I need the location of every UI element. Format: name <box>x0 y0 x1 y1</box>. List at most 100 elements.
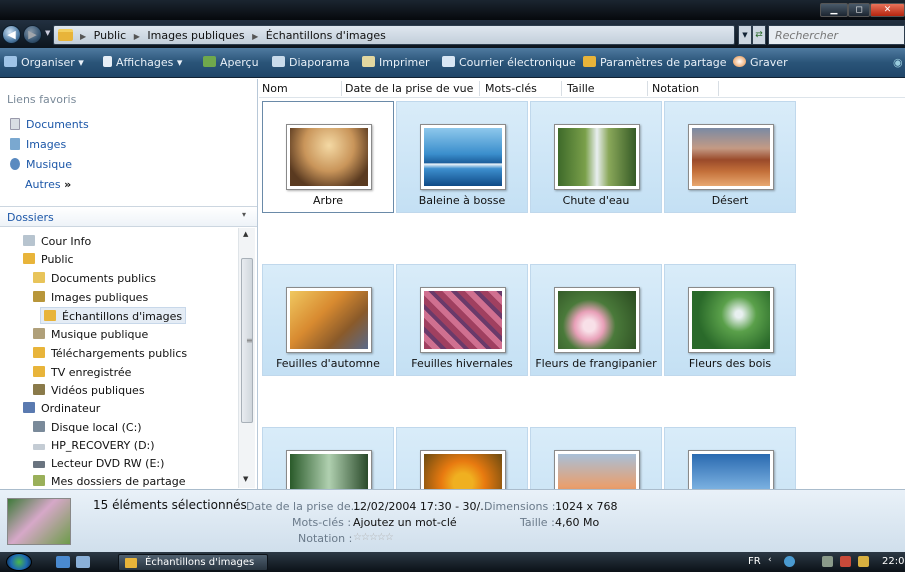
keywords-input[interactable]: Ajoutez un mot-clé <box>353 516 457 529</box>
views-button[interactable]: Affichages ▾ <box>103 56 182 69</box>
breadcrumb-echantillons[interactable]: Échantillons d'images <box>266 29 386 42</box>
tree-item-echantillons-images[interactable]: Échantillons d'images <box>40 307 187 324</box>
slideshow-button[interactable]: Diaporama <box>272 56 350 69</box>
dimensions-value: 1024 x 768 <box>555 500 618 513</box>
file-name: Baleine à bosse <box>418 194 506 207</box>
breadcrumb-public[interactable]: Public <box>94 29 127 42</box>
column-size[interactable]: Taille <box>567 82 595 95</box>
tree-item-ordinateur[interactable]: Ordinateur <box>23 400 100 417</box>
favorite-images[interactable]: Images <box>10 138 66 151</box>
scrollbar-thumb[interactable]: ≡ <box>241 258 253 423</box>
column-divider[interactable] <box>341 81 342 96</box>
column-name[interactable]: Nom <box>262 82 288 95</box>
file-tile-orange-flowers[interactable] <box>396 427 528 489</box>
sharing-settings-button[interactable]: Paramètres de partage <box>583 56 727 69</box>
star-icon[interactable]: ☆ <box>353 532 362 543</box>
file-tile-fleurs-bois[interactable]: Fleurs des bois <box>664 264 796 376</box>
tree-item-images-publiques[interactable]: Images publiques <box>33 289 148 306</box>
close-button[interactable]: ✕ <box>870 3 905 17</box>
language-indicator[interactable]: FR <box>748 556 761 567</box>
network-icon[interactable] <box>784 556 795 567</box>
tree-item-tv-enregistree[interactable]: TV enregistrée <box>33 364 131 381</box>
breadcrumb-images-publiques[interactable]: Images publiques <box>147 29 244 42</box>
file-tile-feuilles-hivernales[interactable]: Feuilles hivernales <box>396 264 528 376</box>
navigation-pane: Liens favoris Documents Images Musique A… <box>0 79 258 489</box>
file-tile-dunes[interactable] <box>530 427 662 489</box>
winter-leaves-thumbnail <box>420 287 506 353</box>
tree-item-cour-info[interactable]: Cour Info <box>23 233 91 250</box>
tree-item-lecteur-dvd[interactable]: Lecteur DVD RW (E:) <box>33 455 164 472</box>
start-button[interactable] <box>6 553 32 571</box>
file-tile-sky[interactable] <box>664 427 796 489</box>
star-icon[interactable]: ☆ <box>385 532 394 543</box>
help-icon[interactable]: ◉ <box>893 56 903 69</box>
speaker-icon[interactable] <box>822 556 833 567</box>
tree-item-telechargements-publics[interactable]: Téléchargements publics <box>33 345 187 362</box>
star-icon[interactable]: ☆ <box>361 532 370 543</box>
forward-button[interactable]: ▶ <box>23 25 42 44</box>
tree-item-label: Documents publics <box>51 272 157 285</box>
scroll-down-icon[interactable]: ▼ <box>243 475 248 483</box>
folders-header[interactable]: Dossiers ▾ <box>0 206 257 227</box>
column-divider[interactable] <box>561 81 562 96</box>
rating-stars[interactable]: ☆☆☆☆☆ <box>353 532 394 543</box>
file-tile-frangipanier[interactable]: Fleurs de frangipanier <box>530 264 662 376</box>
address-dropdown-icon[interactable]: ▼ <box>738 25 752 45</box>
tree-item-mes-dossiers-partage[interactable]: Mes dossiers de partage <box>33 473 186 489</box>
clock[interactable]: 22:0 <box>882 556 904 567</box>
column-divider[interactable] <box>479 81 480 96</box>
burn-button[interactable]: Graver <box>733 56 788 69</box>
file-tile-forest[interactable] <box>262 427 394 489</box>
collapse-chevron-icon[interactable]: ▾ <box>242 210 246 219</box>
tree-item-videos-publiques[interactable]: Vidéos publiques <box>33 382 145 399</box>
tree-item-musique-publique[interactable]: Musique publique <box>33 326 148 343</box>
switch-windows-icon[interactable] <box>76 556 90 568</box>
tree-item-documents-publics[interactable]: Documents publics <box>33 270 156 287</box>
file-tile-chute-eau[interactable]: Chute d'eau <box>530 101 662 213</box>
column-divider[interactable] <box>647 81 648 96</box>
breadcrumb: ▶ Public ▶ Images publiques ▶ Échantillo… <box>80 29 390 42</box>
preview-button[interactable]: Aperçu <box>203 56 259 69</box>
maximize-button[interactable]: ◻ <box>848 3 870 17</box>
column-divider[interactable] <box>718 81 719 96</box>
slideshow-label: Diaporama <box>289 56 350 69</box>
favorite-documents[interactable]: Documents <box>10 118 89 131</box>
file-tile-feuilles-automne[interactable]: Feuilles d'automne <box>262 264 394 376</box>
star-icon[interactable]: ☆ <box>369 532 378 543</box>
refresh-icon[interactable]: ⇄ <box>752 25 766 45</box>
column-rating[interactable]: Notation <box>652 82 699 95</box>
forest-thumbnail <box>286 450 372 489</box>
folder-icon <box>23 253 35 264</box>
star-icon[interactable]: ☆ <box>377 532 386 543</box>
back-button[interactable]: ◀ <box>2 25 21 44</box>
column-date[interactable]: Date de la prise de vue <box>345 82 473 95</box>
tray-expand-icon[interactable]: ‹ <box>768 555 779 566</box>
minimize-button[interactable]: ▁ <box>820 3 848 17</box>
date-value[interactable]: 12/02/2004 17:30 - 30/... <box>353 500 491 513</box>
security-icon[interactable] <box>840 556 851 567</box>
organize-button[interactable]: Organiser ▾ <box>4 56 84 69</box>
show-desktop-icon[interactable] <box>56 556 70 568</box>
tree-item-public[interactable]: Public <box>23 251 74 268</box>
rating-label: Notation : <box>298 532 353 545</box>
file-name: Fleurs de frangipanier <box>535 357 657 370</box>
email-button[interactable]: Courrier électronique <box>442 56 576 69</box>
favorite-music[interactable]: Musique <box>10 158 72 171</box>
print-button[interactable]: Imprimer <box>362 56 430 69</box>
search-input[interactable]: Rechercher <box>768 25 905 45</box>
folder-tree-scrollbar[interactable]: ▲ ≡ ▼ <box>238 228 255 488</box>
drive-icon <box>33 444 45 450</box>
file-tile-arbre[interactable]: Arbre <box>262 101 394 213</box>
column-keywords[interactable]: Mots-clés <box>485 82 537 95</box>
recent-pages-chevron-icon[interactable]: ▼ <box>45 29 50 37</box>
tree-item-disque-local[interactable]: Disque local (C:) <box>33 419 142 436</box>
address-bar[interactable]: ▶ Public ▶ Images publiques ▶ Échantillo… <box>53 25 735 45</box>
taskbar: Échantillons d'images FR ‹ 22:0 <box>0 552 905 572</box>
scroll-up-icon[interactable]: ▲ <box>243 230 248 238</box>
file-tile-baleine[interactable]: Baleine à bosse <box>396 101 528 213</box>
taskbar-window-button[interactable]: Échantillons d'images <box>118 554 268 571</box>
more-favorites-link[interactable]: Autres » <box>25 178 71 191</box>
power-icon[interactable] <box>858 556 869 567</box>
file-tile-desert[interactable]: Désert <box>664 101 796 213</box>
tree-item-hp-recovery[interactable]: HP_RECOVERY (D:) <box>33 437 155 454</box>
